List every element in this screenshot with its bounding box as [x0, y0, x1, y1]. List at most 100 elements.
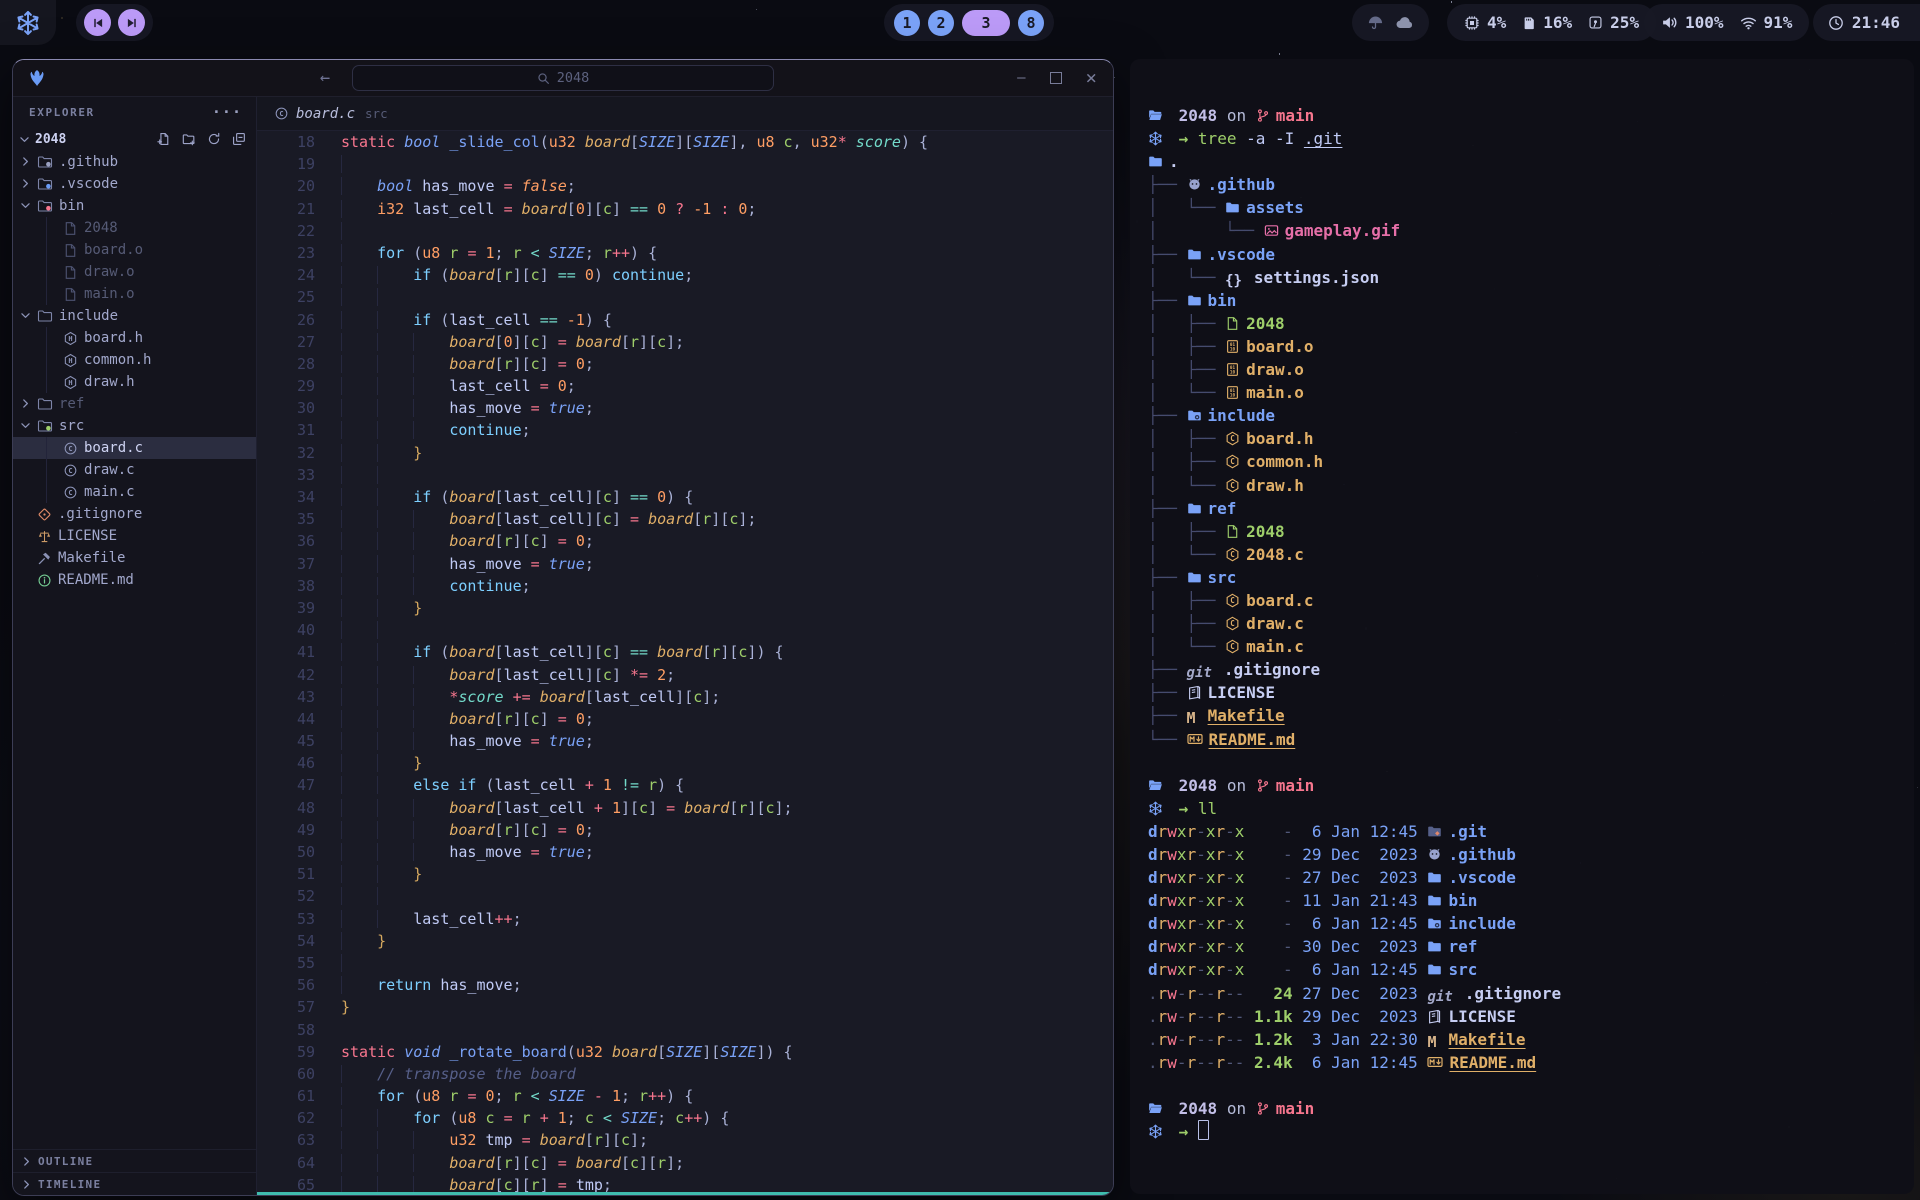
ll-row: drwxr-xr-x - 30 Dec 2023 ref — [1148, 935, 1914, 958]
explorer-item-draw.h[interactable]: Hdraw.h — [13, 371, 256, 393]
c-hex-icon: C — [1225, 547, 1240, 562]
markdown-icon — [1427, 1054, 1443, 1070]
c-hex-icon: C — [1225, 431, 1240, 446]
explorer-item-.vscode[interactable]: .vscode — [13, 173, 256, 195]
explorer-item-README.md[interactable]: README.md — [13, 569, 256, 591]
command-center-search[interactable]: 2048 — [352, 65, 774, 91]
code-line-57: 57} — [257, 996, 1113, 1018]
window-controls: — × — [1017, 60, 1097, 96]
close-button[interactable]: × — [1086, 73, 1097, 83]
minimize-button[interactable]: — — [1017, 70, 1025, 86]
prompt-branch: main — [1276, 1099, 1315, 1118]
maximize-button[interactable] — [1050, 72, 1062, 84]
tree-row: │ └── {}settings.json — [1148, 266, 1914, 289]
workspace-8[interactable]: 8 — [1018, 10, 1044, 36]
folder-icon — [1427, 870, 1442, 885]
panel-timeline[interactable]: TIMELINE — [13, 1172, 256, 1195]
tree-row: ├── bin — [1148, 289, 1914, 312]
explorer-item-ref[interactable]: ref — [13, 393, 256, 415]
collapse-all-icon[interactable] — [232, 132, 246, 146]
c-hex-icon: C — [1225, 639, 1240, 654]
line-number: 38 — [257, 575, 329, 597]
folder-github-icon — [37, 154, 53, 170]
code-line-22: 22 — [257, 220, 1113, 242]
panel-outline[interactable]: OUTLINE — [13, 1149, 256, 1172]
back-button[interactable]: ← — [313, 64, 337, 92]
tree-entry: main.c — [1246, 637, 1304, 656]
terminal-window[interactable]: 2048 on main → tree -a -I .git.├── .gith… — [1130, 59, 1914, 1194]
volume-icon — [1661, 14, 1678, 31]
ll-entry: Makefile — [1448, 1030, 1525, 1049]
new-file-icon[interactable] — [157, 132, 171, 146]
media-previous-button[interactable] — [84, 9, 111, 36]
titlebar[interactable]: ← → 2048 — × — [13, 60, 1113, 97]
ll-entry: .git — [1448, 822, 1487, 841]
explorer-item-board.h[interactable]: Hboard.h — [13, 327, 256, 349]
workspace-3[interactable]: 3 — [962, 10, 1010, 36]
hammer-icon — [37, 551, 52, 566]
code-line-62: 62 for (u8 c = r + 1; c < SIZE; c++) { — [257, 1107, 1113, 1129]
markdown-icon — [1187, 731, 1203, 747]
file-icon — [63, 287, 78, 302]
explorer-item-include[interactable]: include — [13, 305, 256, 327]
nix-prompt-icon — [1148, 1124, 1163, 1139]
clock-icon — [1828, 15, 1844, 31]
explorer-item-src[interactable]: src — [13, 415, 256, 437]
prompt-dir: 2048 — [1179, 776, 1218, 795]
line-number: 51 — [257, 863, 329, 885]
explorer-item-LICENSE[interactable]: LICENSE — [13, 525, 256, 547]
svg-text:C: C — [68, 466, 72, 475]
ll-entry: src — [1448, 960, 1477, 979]
refresh-icon[interactable] — [207, 132, 221, 146]
tree-entry: README.md — [1209, 730, 1296, 749]
prompt-folder-icon — [1148, 108, 1163, 123]
explorer-item-main.c[interactable]: Cmain.c — [13, 481, 256, 503]
explorer-item-2048[interactable]: 2048 — [13, 217, 256, 239]
svg-text:C: C — [1230, 435, 1235, 444]
app-logo-icon — [28, 69, 46, 87]
explorer-root-folder[interactable]: 2048 — [13, 127, 256, 151]
line-number: 41 — [257, 641, 329, 663]
tree-row: └── README.md — [1148, 728, 1914, 751]
tree-entry: 2048 — [1246, 314, 1285, 333]
tab-board-c[interactable]: C board.c src — [274, 106, 388, 122]
line-number: 18 — [257, 131, 329, 153]
line-number: 57 — [257, 996, 329, 1018]
tree-entry: 2048 — [1246, 522, 1285, 541]
c-hex-icon: C — [1225, 616, 1240, 631]
explorer-item-.gitignore[interactable]: .gitignore — [13, 503, 256, 525]
code-line-60: 60 // transpose the board — [257, 1063, 1113, 1085]
tree-entry: .vscode — [1208, 245, 1275, 264]
explorer-item-board.o[interactable]: board.o — [13, 239, 256, 261]
tree-entry: include — [1208, 406, 1275, 425]
explorer-item-draw.c[interactable]: Cdraw.c — [13, 459, 256, 481]
explorer-item-draw.o[interactable]: draw.o — [13, 261, 256, 283]
vscode-window: ← → 2048 — × EXPLORER ··· 2048 .github.v… — [12, 59, 1114, 1196]
tree-row: │ └── assets — [1148, 196, 1914, 219]
explorer-item-Makefile[interactable]: Makefile — [13, 547, 256, 569]
line-number: 60 — [257, 1063, 329, 1085]
ll-entry: .gitignore — [1465, 984, 1561, 1003]
explorer-more-icon[interactable]: ··· — [212, 103, 242, 121]
line-number: 28 — [257, 353, 329, 375]
svg-text:10: 10 — [1230, 370, 1236, 376]
explorer-item-.github[interactable]: .github — [13, 151, 256, 173]
explorer-item-common.h[interactable]: Hcommon.h — [13, 349, 256, 371]
chevron-down-icon — [20, 420, 31, 431]
tree-entry: gameplay.gif — [1285, 221, 1401, 240]
nixos-logo-tile[interactable] — [0, 0, 56, 45]
code-editor[interactable]: 18static bool _slide_col(u32 board[SIZE]… — [257, 131, 1113, 1195]
media-next-button[interactable] — [118, 9, 145, 36]
binary-icon: 0110 — [1225, 339, 1240, 354]
ll-row: drwxr-xr-x - 29 Dec 2023 .github — [1148, 843, 1914, 866]
new-folder-icon[interactable] — [182, 132, 196, 146]
explorer-item-board.c[interactable]: Cboard.c — [13, 437, 256, 459]
workspace-1[interactable]: 1 — [894, 10, 920, 36]
line-number: 43 — [257, 686, 329, 708]
explorer-item-main.o[interactable]: main.o — [13, 283, 256, 305]
binary-icon: 0110 — [1225, 362, 1240, 377]
explorer-item-bin[interactable]: bin — [13, 195, 256, 217]
cpu-icon — [1464, 15, 1480, 31]
workspace-2[interactable]: 2 — [928, 10, 954, 36]
svg-text:10: 10 — [1230, 347, 1236, 353]
